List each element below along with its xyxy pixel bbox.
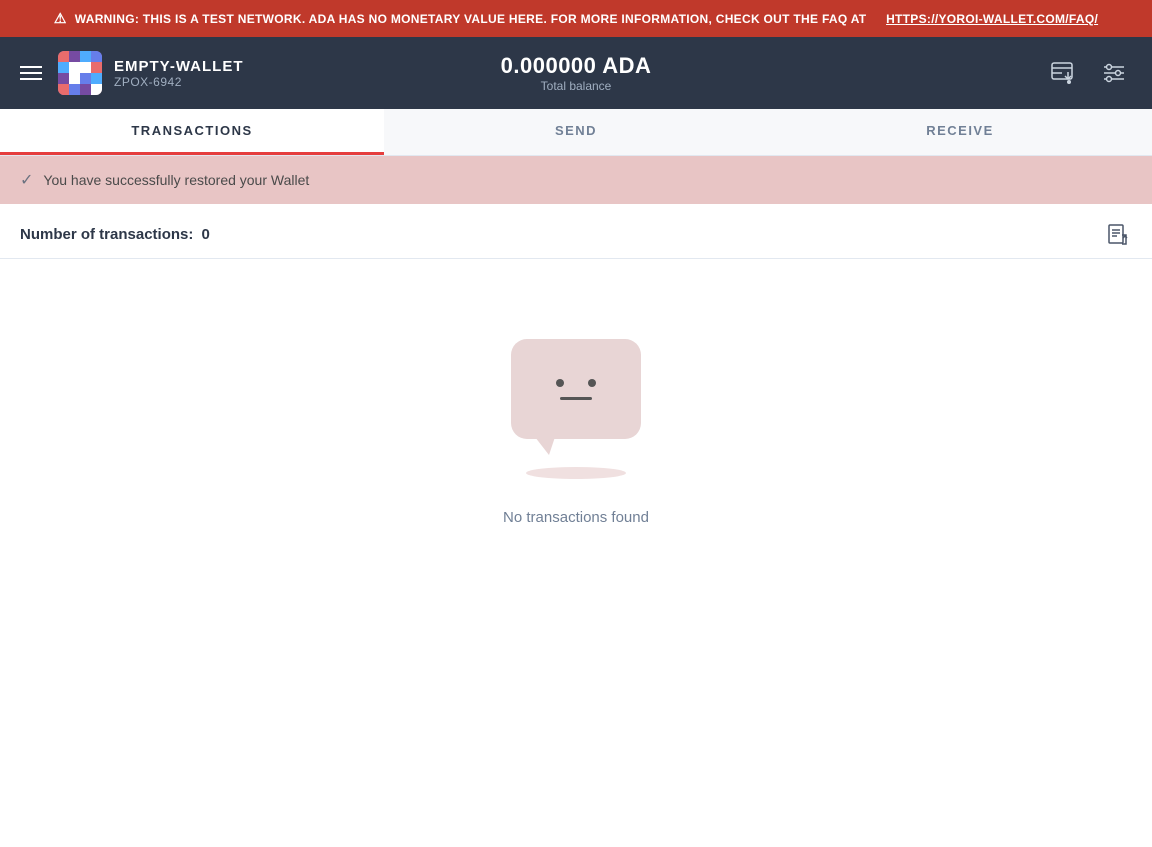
hamburger-menu-icon[interactable] (20, 66, 42, 80)
wallet-id: ZPOX-6942 (114, 75, 244, 89)
empty-transactions-text: No transactions found (503, 509, 649, 526)
balance-amount: 0.000000 ADA (501, 53, 652, 79)
warning-link[interactable]: HTTPS://YOROI-WALLET.COM/FAQ/ (886, 12, 1098, 26)
tab-send[interactable]: SEND (384, 109, 768, 155)
tab-receive[interactable]: RECEIVE (768, 109, 1152, 155)
success-message: You have successfully restored your Wall… (43, 172, 309, 188)
nav-tabs: TRANSACTIONS SEND RECEIVE (0, 109, 1152, 156)
success-banner: ✓ You have successfully restored your Wa… (0, 156, 1152, 204)
transactions-count-label: Number of transactions: (20, 226, 193, 243)
bubble-eye-right (588, 379, 596, 387)
wallet-avatar (58, 51, 102, 95)
transactions-count: Number of transactions: 0 (20, 226, 210, 243)
wallet-info: EMPTY-WALLET ZPOX-6942 (114, 58, 244, 89)
content-area: Number of transactions: 0 (0, 204, 1152, 586)
balance-label: Total balance (541, 79, 612, 93)
empty-state: No transactions found (0, 259, 1152, 586)
tab-transactions[interactable]: TRANSACTIONS (0, 109, 384, 155)
transactions-count-value: 0 (202, 226, 210, 243)
header-right (761, 55, 1132, 91)
transactions-header: Number of transactions: 0 (0, 204, 1152, 259)
settings-icon-button[interactable] (1096, 55, 1132, 91)
request-icon-button[interactable] (1044, 55, 1080, 91)
success-check-icon: ✓ (20, 170, 33, 190)
header-left: EMPTY-WALLET ZPOX-6942 (20, 51, 391, 95)
empty-bubble-icon (511, 339, 641, 439)
warning-bar: ⚠ WARNING: THIS IS A TEST NETWORK. ADA H… (0, 0, 1152, 37)
bubble-eye-left (556, 379, 564, 387)
bubble-mouth (560, 397, 592, 400)
wallet-name: EMPTY-WALLET (114, 58, 244, 75)
warning-icon: ⚠ (54, 10, 67, 27)
warning-text: WARNING: THIS IS A TEST NETWORK. ADA HAS… (75, 12, 867, 26)
header-center: 0.000000 ADA Total balance (391, 53, 762, 93)
bubble-face (556, 379, 596, 400)
header: EMPTY-WALLET ZPOX-6942 0.000000 ADA Tota… (0, 37, 1152, 109)
export-button[interactable] (1104, 220, 1132, 248)
empty-shadow (526, 467, 626, 479)
bubble-eyes (556, 379, 596, 387)
